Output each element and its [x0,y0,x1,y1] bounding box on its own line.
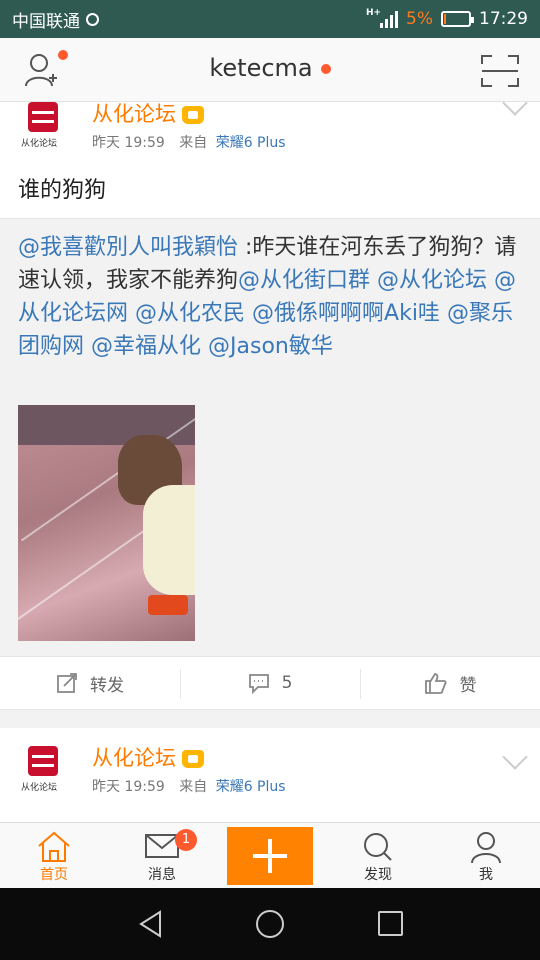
home-icon [38,831,70,862]
avatar[interactable]: 从化论坛 [18,102,66,150]
vip-crown-icon [182,750,204,768]
mention-link[interactable]: @从化论坛 [377,268,487,293]
unread-badge: 1 [175,829,197,851]
card-header: 从化论坛 从化论坛 昨天 19:59 来自 荣耀6 Plus [0,90,540,162]
compose-tab [216,823,324,888]
back-icon[interactable] [138,910,164,938]
forwarded-text-fragment [84,334,91,359]
user-name-text: 从化论坛 [92,746,176,770]
signal-icon: H+ [366,8,399,28]
repost-icon [57,673,77,693]
mention-link[interactable]: @从化街口群 [238,268,370,293]
home-button-icon[interactable] [256,910,284,938]
comment-icon [248,674,269,694]
from-label: 来自 [179,779,208,795]
battery-percent: 5% [406,9,433,29]
status-bar: 中国联通 H+ 5% 17:29 [0,0,540,38]
mention-link[interactable]: @幸福从化 [91,334,201,359]
status-right: H+ 5% 17:29 [366,8,528,29]
post-time: 昨天 19:59 [92,135,165,151]
top-nav-bar: ketecma [0,38,540,102]
carrier-label: 中国联通 [12,11,80,32]
like-label: 赞 [459,675,477,696]
forwarded-text-fragment [128,301,135,326]
user-name[interactable]: 从化论坛 [92,742,204,772]
comment-button[interactable]: 5 [180,657,360,709]
chevron-down-icon[interactable] [502,744,528,770]
clock: 17:29 [479,9,528,29]
battery-fill [444,14,446,24]
scan-icon [481,55,519,87]
tab-messages[interactable]: 1 消息 [108,823,216,888]
user-name-text: 从化论坛 [92,102,176,126]
forwarded-text-fragment [201,334,208,359]
tab-home[interactable]: 首页 [0,823,108,888]
repost-label: 转发 [90,675,124,696]
like-button[interactable]: 赞 [360,657,540,709]
avatar-caption: 从化论坛 [21,139,58,149]
post-source[interactable]: 荣耀6 Plus [216,135,286,151]
mention-link[interactable]: @俄係啊啊啊Aki哇 [252,301,440,326]
thumbs-up-icon [424,673,447,694]
post-source[interactable]: 荣耀6 Plus [216,779,286,795]
mention-link[interactable]: @我喜歡別人叫我穎怡 [18,235,238,260]
battery-icon [441,11,474,27]
post-meta: 昨天 19:59 来自 荣耀6 Plus [92,776,286,796]
nav-title-wrapper[interactable]: ketecma [0,54,540,82]
post-photo[interactable] [18,405,195,641]
tab-messages-label: 消息 [148,867,176,883]
avatar[interactable]: 从化论坛 [18,746,66,794]
tab-me[interactable]: 我 [432,823,540,888]
forwarded-text-fragment [487,268,494,293]
vip-crown-icon [182,106,204,124]
scan-button[interactable] [480,54,520,88]
sync-icon [86,12,99,26]
feed-card[interactable]: 从化论坛 从化论坛 昨天 19:59 来自 荣耀6 Plus 谁的狗狗 [0,90,540,218]
nav-title: ketecma [209,54,313,82]
tab-me-label: 我 [479,867,493,883]
profile-icon [471,832,501,863]
forwarded-text-fragment [440,301,447,326]
mention-link[interactable]: @从化农民 [135,301,245,326]
post-text: 谁的狗狗 [18,178,107,203]
avatar-caption: 从化论坛 [21,783,58,793]
compose-button[interactable] [227,827,313,885]
feed-card[interactable]: 从化论坛 从化论坛 昨天 19:59 来自 荣耀6 Plus [0,728,540,822]
post-meta: 昨天 19:59 来自 荣耀6 Plus [92,132,286,152]
tab-discover-label: 发现 [364,867,392,883]
forwarded-text-fragment [245,301,252,326]
mention-link[interactable]: @Jason敏华 [208,334,333,359]
search-icon [364,833,392,861]
from-label: 来自 [179,135,208,151]
network-type: H+ [366,8,382,18]
forum-logo-icon [28,102,58,132]
system-nav-bar [0,888,540,960]
repost-button[interactable]: 转发 [0,657,180,709]
bottom-tab-bar: 首页 1 消息 发现 我 [0,822,540,888]
post-action-bar: 转发 5 赞 [0,656,540,710]
comment-count: 5 [281,673,293,693]
forwarded-post[interactable]: @我喜歡別人叫我穎怡 :昨天谁在河东丢了狗狗？请速认领，我家不能养狗@从化街口群… [0,218,540,656]
forwarded-text: @我喜歡別人叫我穎怡 :昨天谁在河东丢了狗狗？请速认领，我家不能养狗@从化街口群… [18,231,524,363]
user-name[interactable]: 从化论坛 [92,98,204,128]
title-notification-dot [320,64,331,74]
tab-discover[interactable]: 发现 [324,823,432,888]
forwarded-text-fragment [370,268,377,293]
forum-logo-icon [28,746,58,776]
post-time: 昨天 19:59 [92,779,165,795]
card-header: 从化论坛 从化论坛 昨天 19:59 来自 荣耀6 Plus [0,744,540,806]
recent-apps-icon[interactable] [378,911,403,936]
tab-home-label: 首页 [40,867,68,883]
